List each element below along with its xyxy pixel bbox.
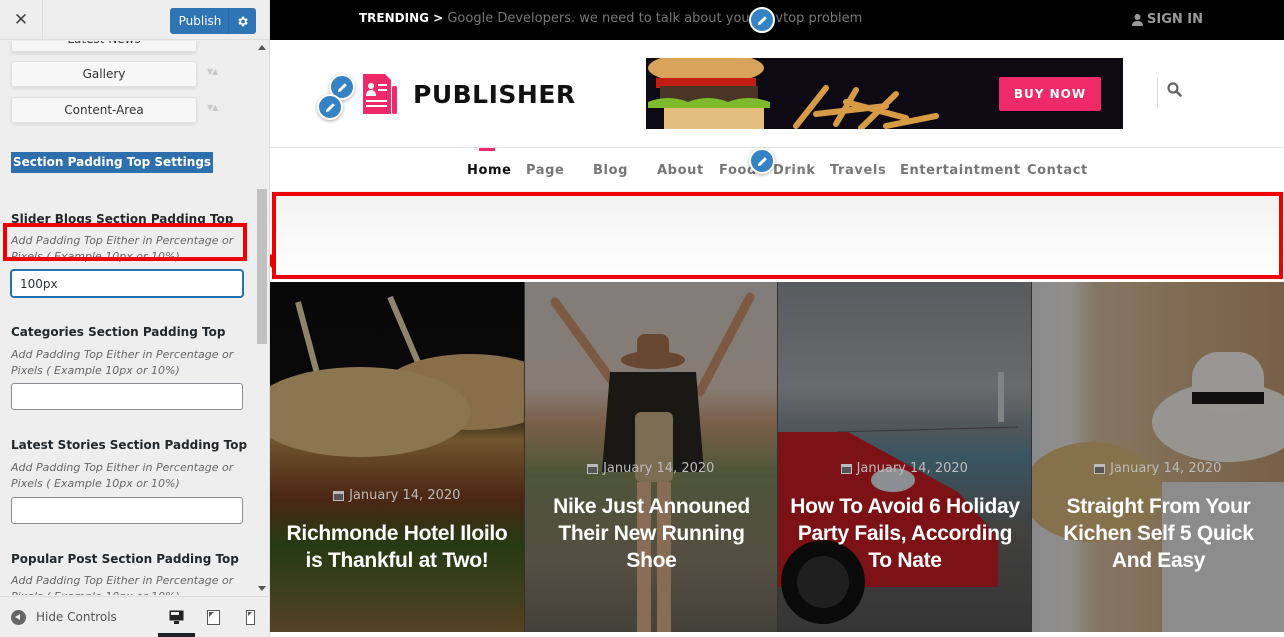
post-title[interactable]: How To Avoid 6 Holiday Party Fails, Acco… bbox=[790, 493, 1020, 574]
close-customizer-button[interactable]: ✕ bbox=[0, 0, 43, 40]
newspaper-logo-icon bbox=[363, 74, 397, 114]
edit-shortcut-button[interactable] bbox=[317, 94, 343, 120]
hide-controls-button[interactable]: Hide Controls bbox=[11, 597, 117, 637]
latest-stories-padding-input[interactable] bbox=[11, 497, 243, 524]
slider-padding-area bbox=[270, 191, 1284, 281]
image-overlay bbox=[778, 282, 1031, 632]
field-description: Add Padding Top Either in Percentage or … bbox=[11, 574, 234, 595]
publish-button[interactable]: Publish bbox=[170, 14, 228, 28]
search-icon bbox=[1167, 82, 1182, 97]
field-label: Latest Stories Section Padding Top bbox=[11, 438, 248, 452]
calendar-icon bbox=[1094, 464, 1106, 474]
tablet-icon bbox=[207, 609, 220, 625]
hide-controls-label: Hide Controls bbox=[36, 610, 117, 624]
field-description: Add Padding Top Either in Percentage or … bbox=[11, 348, 234, 377]
user-icon bbox=[1132, 13, 1143, 26]
featured-slider: January 14, 2020 Richmonde Hotel Iloilo … bbox=[270, 282, 1284, 632]
post-date: January 14, 2020 bbox=[778, 461, 1031, 476]
field-description: Add Padding Top Either in Percentage or … bbox=[11, 461, 234, 490]
scroll-down-arrow-icon[interactable] bbox=[258, 586, 266, 591]
preview-desktop-button[interactable] bbox=[158, 597, 195, 637]
image-overlay bbox=[1031, 282, 1284, 632]
sortable-section-item[interactable]: Gallery bbox=[11, 61, 197, 87]
post-title[interactable]: Nike Just Announed Their New Running Sho… bbox=[537, 493, 767, 574]
image-overlay bbox=[270, 282, 524, 632]
site-preview: TRENDING > Google Developers. we need to… bbox=[270, 0, 1284, 637]
divider bbox=[1157, 78, 1158, 108]
desktop-icon bbox=[169, 610, 184, 624]
trending-headline[interactable]: Google Developers. we need to talk about… bbox=[447, 11, 862, 26]
calendar-icon bbox=[333, 491, 345, 501]
sortable-section-item[interactable]: Content-Area bbox=[11, 97, 197, 123]
post-date: January 14, 2020 bbox=[270, 488, 524, 503]
close-icon: ✕ bbox=[13, 10, 29, 30]
collapse-arrow-icon bbox=[11, 609, 26, 625]
main-navigation: Home Page Blog About Food Drink Travels … bbox=[270, 147, 1284, 191]
scroll-up-arrow-icon[interactable] bbox=[258, 45, 266, 50]
site-logo[interactable]: PUBLISHER bbox=[359, 72, 576, 116]
section-heading: Section Padding Top Settings bbox=[11, 152, 213, 173]
publish-button-group: Publish bbox=[170, 8, 256, 34]
nav-item-drink[interactable]: Drink bbox=[773, 163, 816, 178]
publish-settings-button[interactable] bbox=[228, 8, 256, 34]
nav-item-contact[interactable]: Contact bbox=[1027, 163, 1088, 178]
controls-scrollbar[interactable] bbox=[255, 41, 269, 595]
trending-ticker[interactable]: TRENDING > Google Developers. we need to… bbox=[359, 11, 862, 26]
sortable-section-item[interactable]: Latest News bbox=[11, 41, 197, 52]
nav-item-page[interactable]: Page bbox=[526, 163, 564, 178]
trending-label: TRENDING > bbox=[359, 11, 444, 25]
search-button[interactable] bbox=[1167, 82, 1182, 101]
slide-card[interactable]: January 14, 2020 Richmonde Hotel Iloilo … bbox=[270, 282, 524, 632]
calendar-icon bbox=[840, 464, 852, 474]
slide-card[interactable]: January 14, 2020 Straight From Your Kich… bbox=[1030, 282, 1284, 632]
preview-tablet-button[interactable] bbox=[195, 597, 232, 637]
field-description: Add Padding Top Either in Percentage or … bbox=[11, 234, 234, 263]
nav-item-about[interactable]: About bbox=[657, 163, 704, 178]
nav-item-home[interactable]: Home bbox=[467, 163, 512, 178]
slider-blogs-padding-input[interactable] bbox=[11, 270, 243, 297]
post-date: January 14, 2020 bbox=[525, 461, 778, 476]
customizer-footer: Hide Controls bbox=[0, 596, 269, 637]
site-title: PUBLISHER bbox=[413, 79, 576, 109]
sign-in-link[interactable]: SIGN IN bbox=[1132, 12, 1203, 27]
slide-card[interactable]: January 14, 2020 Nike Just Announed Thei… bbox=[523, 282, 778, 632]
field-label: Categories Section Padding Top bbox=[11, 325, 226, 339]
image-overlay bbox=[524, 282, 777, 632]
post-title[interactable]: Richmonde Hotel Iloilo is Thankful at Tw… bbox=[282, 520, 512, 574]
post-title[interactable]: Straight From Your Kichen Self 5 Quick A… bbox=[1044, 493, 1274, 574]
edit-shortcut-button[interactable] bbox=[749, 148, 775, 174]
edit-shortcut-button[interactable] bbox=[749, 7, 775, 33]
pencil-icon bbox=[757, 15, 767, 25]
burger-fries-image bbox=[648, 58, 939, 129]
customizer-sidebar: ✕ Publish Latest News Gallery ▼▲ Content… bbox=[0, 0, 270, 637]
pencil-icon bbox=[325, 102, 335, 112]
nav-item-travels[interactable]: Travels bbox=[830, 163, 886, 178]
nav-item-entertainment[interactable]: Entertaintment bbox=[900, 163, 1021, 178]
nav-item-blog[interactable]: Blog bbox=[593, 163, 628, 178]
mobile-icon bbox=[246, 609, 255, 625]
ad-banner[interactable]: BUY NOW bbox=[646, 58, 1123, 129]
customizer-controls-panel: Latest News Gallery ▼▲ Content-Area ▼▲ S… bbox=[0, 41, 269, 595]
top-bar: TRENDING > Google Developers. we need to… bbox=[270, 0, 1284, 40]
pencil-icon bbox=[337, 82, 347, 92]
field-label: Popular Post Section Padding Top bbox=[11, 552, 239, 566]
calendar-icon bbox=[587, 464, 599, 474]
reorder-arrows-icon[interactable]: ▼▲ bbox=[207, 67, 218, 76]
post-date: January 14, 2020 bbox=[1032, 461, 1284, 476]
active-nav-indicator bbox=[479, 148, 495, 151]
preview-mobile-button[interactable] bbox=[232, 597, 269, 637]
reorder-arrows-icon[interactable]: ▼▲ bbox=[207, 103, 218, 112]
sign-in-label: SIGN IN bbox=[1147, 12, 1203, 27]
scrollbar-thumb[interactable] bbox=[257, 189, 267, 344]
customizer-header: ✕ Publish bbox=[0, 0, 269, 40]
field-label: Slider Blogs Section Padding Top bbox=[11, 212, 234, 226]
slide-card[interactable]: January 14, 2020 How To Avoid 6 Holiday … bbox=[777, 282, 1031, 632]
annotation-arrow-icon bbox=[270, 254, 274, 268]
categories-padding-input[interactable] bbox=[11, 383, 243, 410]
buy-now-button[interactable]: BUY NOW bbox=[999, 77, 1101, 111]
gear-icon bbox=[238, 16, 248, 26]
pencil-icon bbox=[757, 156, 767, 166]
